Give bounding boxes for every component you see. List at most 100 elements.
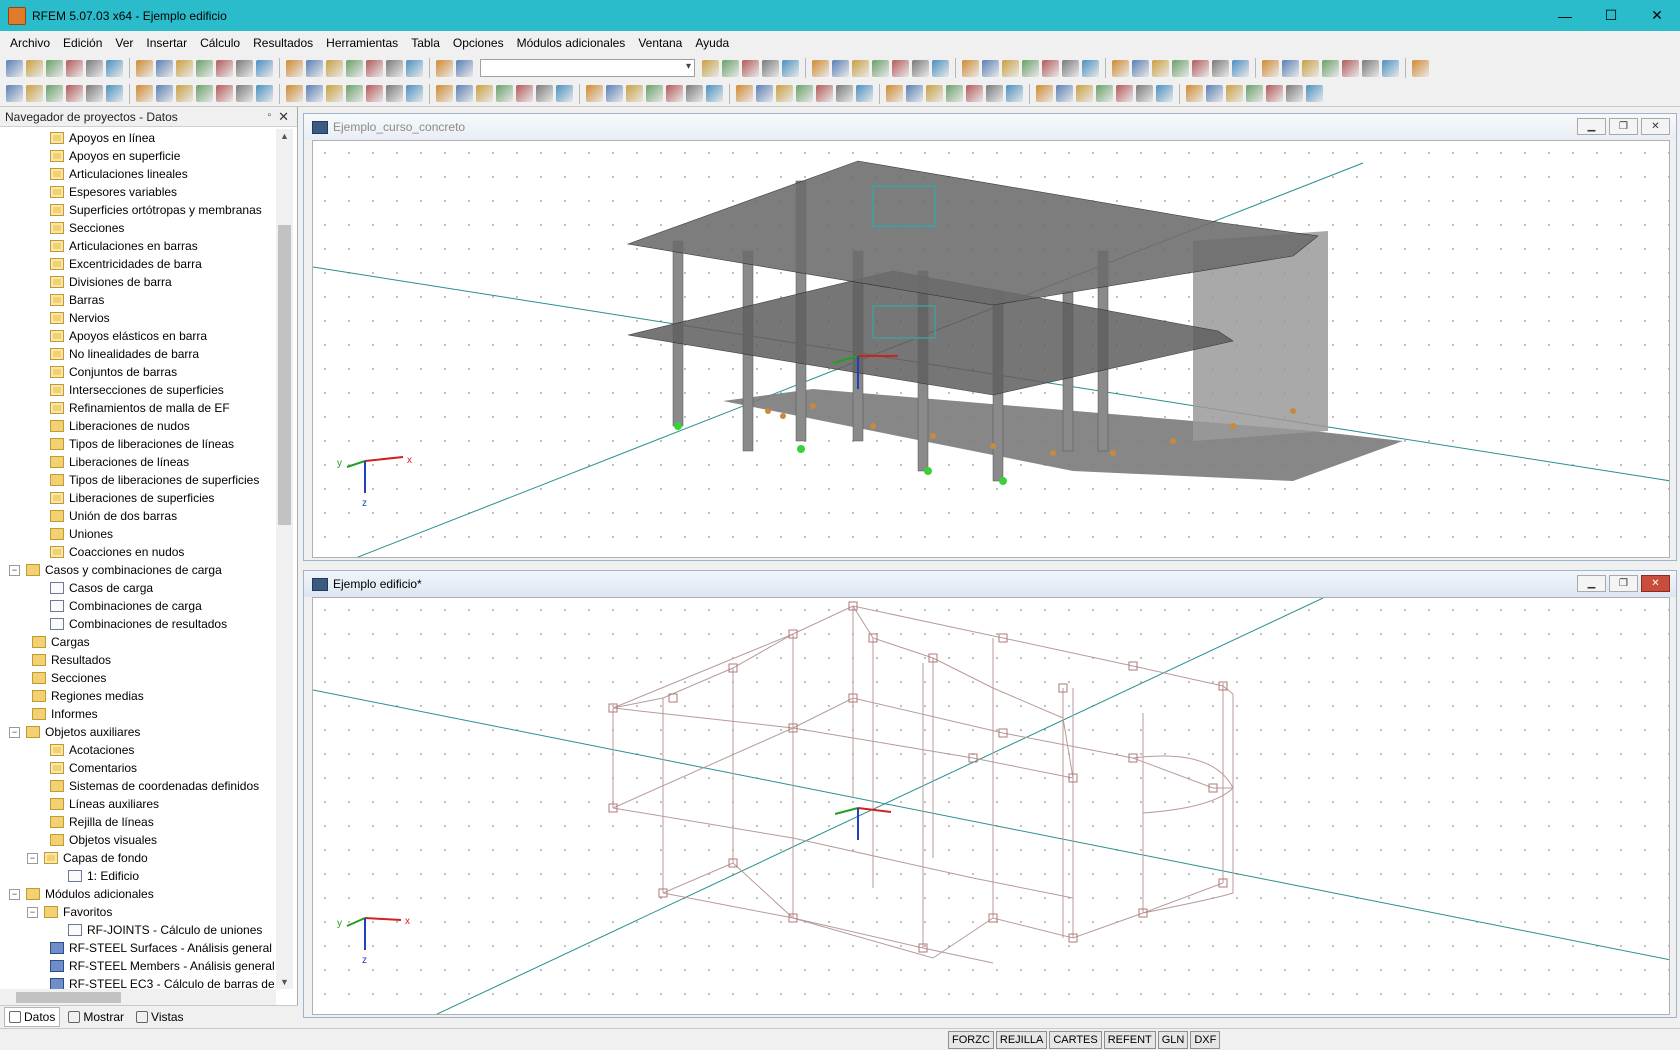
toolbar-tool-icon[interactable] [1152,59,1169,77]
tree-item[interactable]: Espesores variables [0,183,276,201]
toolbar-tool-icon[interactable] [46,59,63,77]
toolbar-tool-icon[interactable] [346,85,363,102]
toolbar-tool-icon[interactable] [1002,59,1019,77]
toolbar-tool-icon[interactable] [986,85,1003,102]
tree-item[interactable]: Combinaciones de carga [0,597,276,615]
toolbar-tool-icon[interactable] [1022,59,1039,77]
viewport-concreto[interactable]: Ejemplo_curso_concreto ▁ ❐ ✕ x y z [303,113,1677,561]
toolbar-tool-icon[interactable] [436,59,453,77]
tree-item[interactable]: Comentarios [0,759,276,777]
toolbar-tool-icon[interactable] [666,85,683,102]
toolbar-tool-icon[interactable] [832,59,849,77]
status-rejilla-button[interactable]: REJILLA [995,1031,1048,1049]
scroll-down-icon[interactable]: ▼ [280,977,289,987]
navigator-close-icon[interactable]: ✕ [278,109,289,125]
toolbar-tool-icon[interactable] [1266,85,1283,102]
toolbar-tool-icon[interactable] [176,85,193,102]
toolbar-tool-icon[interactable] [1056,85,1073,102]
navigator-horizontal-scrollbar[interactable] [0,989,276,1006]
menu-m-dulos-adicionales[interactable]: Módulos adicionales [517,36,626,50]
tree-item[interactable]: Regiones medias [0,687,276,705]
toolbar-tool-icon[interactable] [912,59,929,77]
tree-collapse-icon[interactable]: − [9,564,20,576]
toolbar-tool-icon[interactable] [706,85,723,102]
toolbar-tool-icon[interactable] [686,85,703,102]
toolbar-tool-icon[interactable] [216,59,233,77]
pin-icon[interactable]: ▫ [267,110,271,121]
tree-item[interactable]: Uniones [0,525,276,543]
tree-collapse-icon[interactable]: − [9,726,20,738]
toolbar-tool-icon[interactable] [196,85,213,102]
toolbar-tool-icon[interactable] [1132,59,1149,77]
toolbar-tool-icon[interactable] [796,85,813,102]
tree-item[interactable]: Apoyos en superficie [0,147,276,165]
toolbar-tool-icon[interactable] [906,85,923,102]
toolbar-tool-icon[interactable] [456,85,473,102]
viewport-edificio[interactable]: Ejemplo edificio* ▁ ❐ ✕ x y z [303,570,1677,1018]
toolbar-tool-icon[interactable] [1186,85,1203,102]
toolbar-tool-icon[interactable] [966,85,983,102]
tree-collapse-icon[interactable]: − [9,888,20,900]
toolbar-tool-icon[interactable] [856,85,873,102]
toolbar-tool-icon[interactable] [456,59,473,77]
tree-item[interactable]: Tipos de liberaciones de superficies [0,471,276,489]
toolbar-tool-icon[interactable] [812,59,829,77]
toolbar-tool-icon[interactable] [236,59,253,77]
toolbar-tool-icon[interactable] [386,85,403,102]
toolbar-tool-icon[interactable] [932,59,949,77]
tree-item[interactable]: Barras [0,291,276,309]
toolbar-tool-icon[interactable] [476,85,493,102]
toolbar-tool-icon[interactable] [536,85,553,102]
toolbar-tool-icon[interactable] [1042,59,1059,77]
toolbar-tool-icon[interactable] [1342,59,1359,77]
tree-item[interactable]: 1: Edificio [0,867,276,885]
navigator-vertical-scrollbar[interactable]: ▲ ▼ [276,129,293,989]
tree-item[interactable]: − Módulos adicionales [0,885,276,903]
menu-opciones[interactable]: Opciones [453,36,504,50]
toolbar-tool-icon[interactable] [406,85,423,102]
tree-item[interactable]: Resultados [0,651,276,669]
status-gln-button[interactable]: GLN [1157,1031,1189,1049]
toolbar-tool-icon[interactable] [326,85,343,102]
toolbar-tool-icon[interactable] [946,85,963,102]
toolbar-tool-icon[interactable] [176,59,193,77]
toolbar-tool-icon[interactable] [926,85,943,102]
toolbar-tool-icon[interactable] [1262,59,1279,77]
toolbar-tool-icon[interactable] [136,59,153,77]
toolbar-tool-icon[interactable] [236,85,253,102]
status-cartes-button[interactable]: CARTES [1049,1031,1102,1049]
toolbar-tool-icon[interactable] [982,59,999,77]
toolbar-tool-icon[interactable] [1306,85,1323,102]
toolbar-tool-icon[interactable] [1136,85,1153,102]
toolbar-tool-icon[interactable] [626,85,643,102]
tree-item[interactable]: Nervios [0,309,276,327]
toolbar-tool-icon[interactable] [1302,59,1319,77]
tree-item[interactable]: Excentricidades de barra [0,255,276,273]
toolbar-tool-icon[interactable] [872,59,889,77]
toolbar-tool-icon[interactable] [736,85,753,102]
toolbar-tool-icon[interactable] [66,85,83,102]
toolbar-tool-icon[interactable] [66,59,83,77]
menu-ayuda[interactable]: Ayuda [695,36,729,50]
tree-item[interactable]: − Casos y combinaciones de carga [0,561,276,579]
toolbar-tool-icon[interactable] [1282,59,1299,77]
tree-item[interactable]: Apoyos elásticos en barra [0,327,276,345]
menu-herramientas[interactable]: Herramientas [326,36,398,50]
toolbar-tool-icon[interactable] [1116,85,1133,102]
toolbar-tool-icon[interactable] [1006,85,1023,102]
toolbar-tool-icon[interactable] [306,59,323,77]
toolbar-tool-icon[interactable] [256,59,273,77]
toolbar-tool-icon[interactable] [1232,59,1249,77]
toolbar-tool-icon[interactable] [836,85,853,102]
toolbar-tool-icon[interactable] [366,85,383,102]
toolbar-tool-icon[interactable] [1076,85,1093,102]
toolbar-tool-icon[interactable] [46,85,63,102]
toolbar-tool-icon[interactable] [782,59,799,77]
toolbar-tool-icon[interactable] [1112,59,1129,77]
toolbar-tool-icon[interactable] [106,85,123,102]
viewport-close-button[interactable]: ✕ [1641,575,1670,592]
tree-item[interactable]: Tipos de liberaciones de líneas [0,435,276,453]
toolbar-tool-icon[interactable] [762,59,779,77]
tree-item[interactable]: RF-STEEL EC3 - Cálculo de barras de [0,975,276,989]
toolbar-tool-icon[interactable] [776,85,793,102]
